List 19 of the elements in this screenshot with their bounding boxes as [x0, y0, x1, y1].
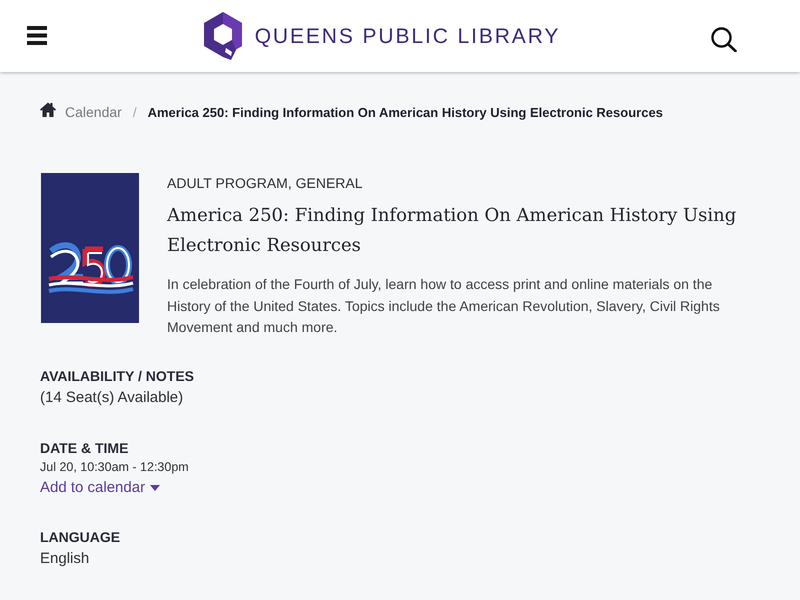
- section-heading: LANGUAGE: [40, 528, 122, 546]
- detail-value: (14 Seat(s) Available): [40, 388, 184, 406]
- breadcrumb-current-page: America 250: Finding Information On American History Using Electronic Resources: [148, 104, 663, 120]
- breadcrumb-separator: /: [132, 104, 137, 120]
- menu-icon[interactable]: [27, 26, 47, 44]
- section-heading: DATE & TIME: [40, 438, 130, 458]
- home-icon[interactable]: [40, 102, 56, 116]
- library-name-logo[interactable]: QUEENS PUBLIC LIBRARY: [254, 23, 560, 49]
- event-categories: ADULT PROGRAM, GENERAL: [167, 174, 364, 192]
- library-logo-icon[interactable]: [204, 12, 242, 60]
- breadcrumb-link[interactable]: Calendar: [65, 104, 122, 120]
- event-title: America 250: Finding Information On American History Using Electronic Resources: [167, 204, 738, 258]
- search-icon[interactable]: [711, 26, 737, 52]
- event-description: In celebration of the Fourth of July, learn how to access print and online materials on the History of the United States. Topics include the American Revolution, Slavery, Civil Rights Movement and much more.: [167, 275, 721, 337]
- detail-value: English: [40, 550, 90, 566]
- section-heading: AVAILABILITY / NOTES: [40, 366, 196, 386]
- caret-icon: [150, 484, 160, 490]
- date-time-text: Jul 20, 10:30am - 12:30pm: [40, 460, 189, 474]
- add-to-calendar-link[interactable]: Add to calendar: [40, 476, 160, 498]
